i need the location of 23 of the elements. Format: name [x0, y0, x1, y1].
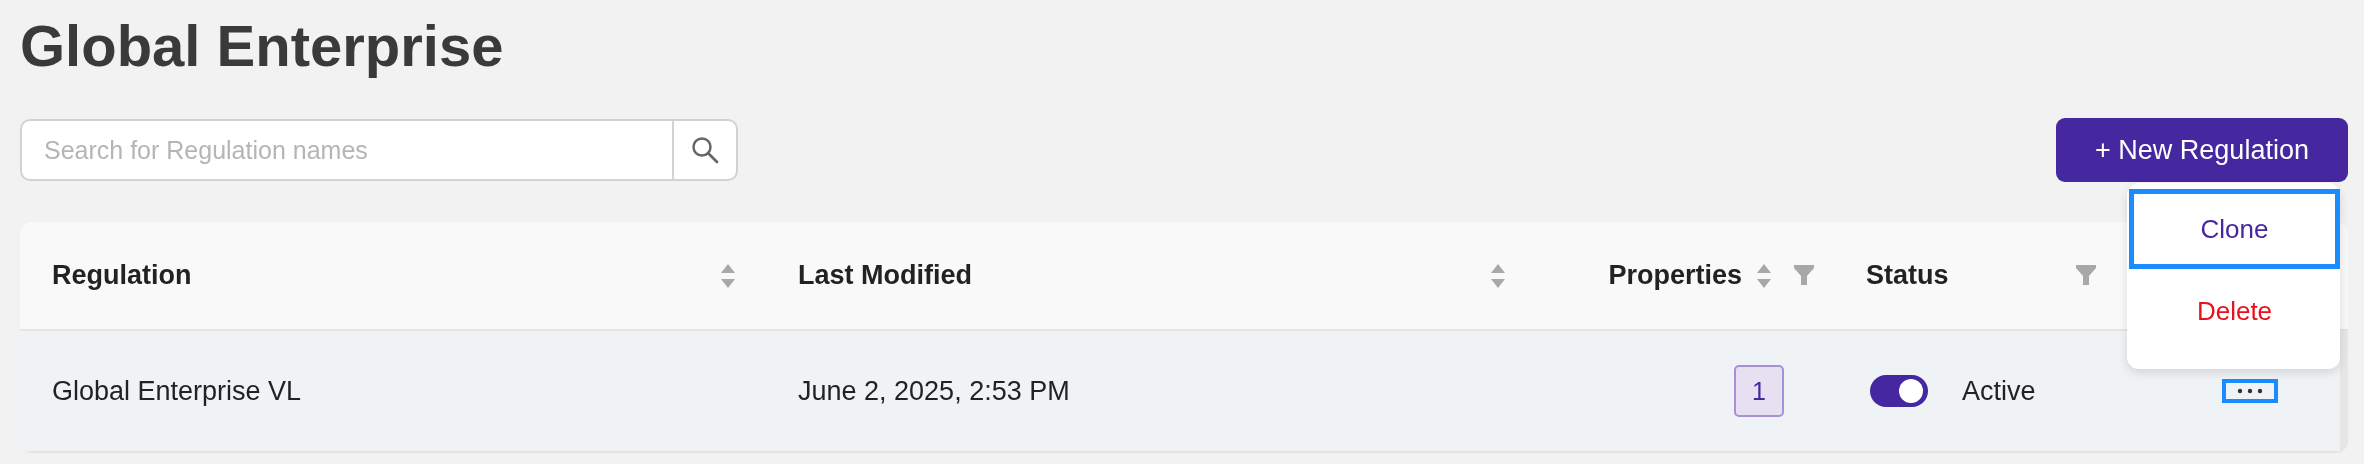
modified-date: June 2, 2025, 2:53 PM: [798, 375, 1070, 407]
ellipsis-icon: [2237, 388, 2263, 394]
menu-item[interactable]: Clone: [2129, 189, 2340, 269]
status-label: Active: [1962, 375, 2036, 407]
sort-icon[interactable]: [1490, 262, 1506, 289]
sort-icon[interactable]: [720, 262, 736, 289]
menu-item[interactable]: Delete: [2129, 271, 2340, 351]
search-icon: [691, 136, 719, 164]
filter-icon[interactable]: [1794, 264, 1814, 287]
more-button[interactable]: [2222, 379, 2278, 403]
status-toggle[interactable]: [1870, 375, 1928, 407]
sort-icon[interactable]: [1756, 262, 1772, 289]
search-field[interactable]: Search for Regulation names: [22, 121, 672, 179]
column-label: Last Modified: [798, 260, 972, 291]
search-bar[interactable]: Search for Regulation names: [20, 119, 738, 181]
page-title: Global Enterprise: [20, 14, 504, 78]
column-label: Regulation: [52, 260, 192, 291]
filter-icon[interactable]: [2076, 264, 2096, 287]
regulation-name: Global Enterprise VL: [52, 375, 302, 407]
column-label: Properties: [1608, 260, 1742, 291]
new-regulation-button[interactable]: + New Regulation: [2056, 118, 2348, 182]
column-label: Status: [1866, 260, 1949, 291]
property-count: 1: [1734, 365, 1784, 417]
